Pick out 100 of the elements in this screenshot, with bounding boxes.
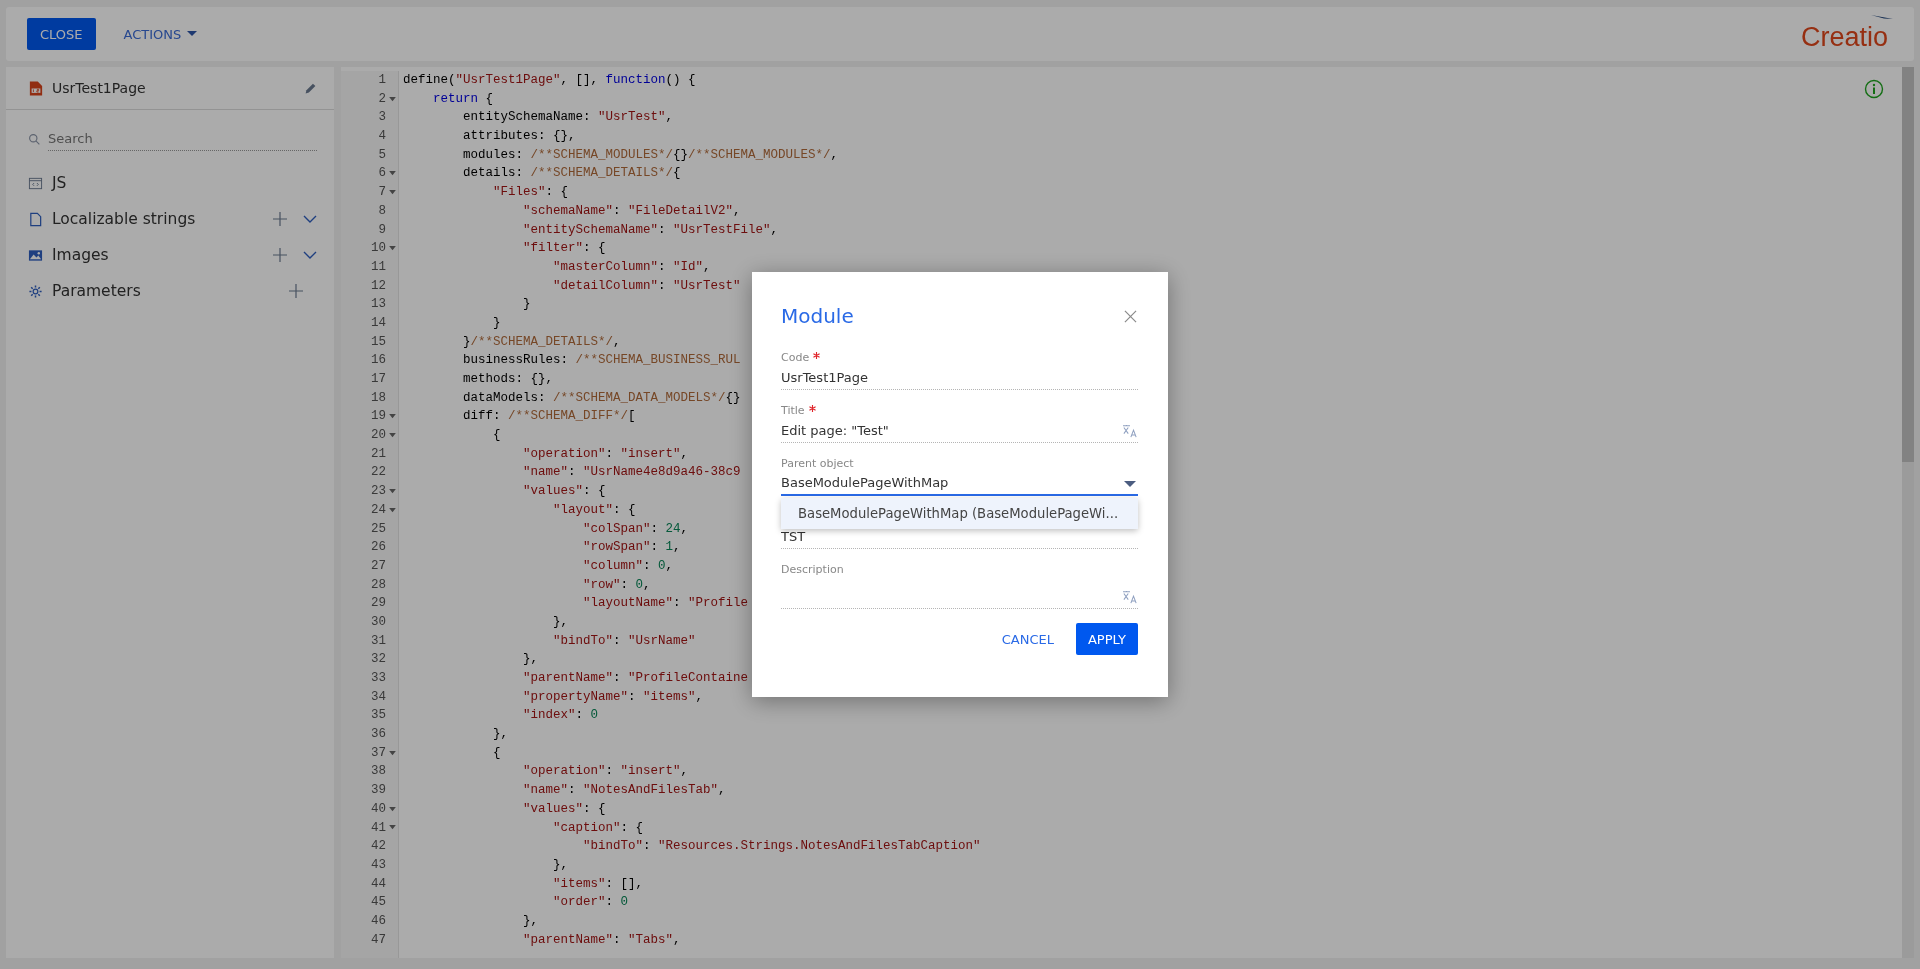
- code-line: {: [492, 744, 501, 762]
- code-line: modules: /**SCHEMA_MODULES*/{}/**SCHEMA_MODULES*/,: [462, 146, 839, 164]
- line-number: 28: [371, 576, 386, 594]
- code-line: details: /**SCHEMA_DETAILS*/{: [462, 165, 681, 183]
- plus-icon[interactable]: [273, 212, 287, 226]
- code-line: "rowSpan": 1,: [582, 539, 681, 557]
- chevron-down-icon[interactable]: [303, 215, 317, 223]
- gear-icon: [28, 283, 43, 299]
- scrollbar-thumb[interactable]: [1902, 67, 1914, 462]
- dialog-title: Module: [781, 304, 854, 328]
- input-field[interactable]: UsrTest1Page: [781, 365, 1138, 390]
- code-line: "name": "UsrName4e8d9a46-38c9: [522, 464, 741, 482]
- line-number: 14: [371, 314, 386, 332]
- fold-arrow-icon[interactable]: [389, 750, 396, 756]
- line-number: 6: [378, 165, 386, 183]
- fold-arrow-icon[interactable]: [389, 825, 396, 831]
- code-line: "parentName": "Tabs",: [522, 931, 681, 949]
- code-line: "layoutName": "Profile: [582, 595, 749, 613]
- chevron-down-icon[interactable]: [303, 251, 317, 259]
- line-number: 47: [371, 931, 386, 949]
- field-label: Title: [781, 404, 805, 417]
- sidebar-item[interactable]: Images: [6, 237, 334, 273]
- code-line: define("UsrTest1Page", [], function() {: [403, 72, 696, 89]
- info-icon[interactable]: [1864, 79, 1884, 99]
- line-number: 25: [371, 520, 386, 538]
- fold-arrow-icon[interactable]: [389, 189, 396, 195]
- line-number: 39: [371, 782, 386, 800]
- code-line: "operation": "insert",: [522, 763, 689, 781]
- line-number: 41: [371, 819, 386, 837]
- line-number: 38: [371, 763, 386, 781]
- actions-menu[interactable]: ACTIONS: [123, 26, 198, 42]
- plus-icon[interactable]: [273, 248, 287, 262]
- code-line: diff: /**SCHEMA_DIFF*/[: [462, 408, 636, 426]
- document-icon: [28, 211, 43, 227]
- line-number: 36: [371, 726, 386, 744]
- code-line: "masterColumn": "Id",: [552, 258, 711, 276]
- dropdown-caret-icon[interactable]: [1124, 481, 1136, 488]
- code-line: return {: [432, 90, 494, 108]
- line-number: 40: [371, 800, 386, 818]
- cancel-button[interactable]: CANCEL: [1001, 631, 1054, 647]
- code-line: "order": 0: [552, 894, 629, 912]
- code-line: "bindTo": "Resources.Strings.NotesAndFilesTabCaption": [582, 838, 981, 856]
- code-line: "column": 0,: [582, 557, 674, 575]
- line-number: 21: [371, 445, 386, 463]
- line-number: 10: [371, 240, 386, 258]
- code-line: "colSpan": 24,: [582, 520, 689, 538]
- line-number: 2: [378, 90, 386, 108]
- line-number: 18: [371, 389, 386, 407]
- line-number: 8: [378, 202, 386, 220]
- sidebar-item[interactable]: Localizable strings: [6, 201, 334, 237]
- code-line: "detailColumn": "UsrTest": [552, 277, 741, 295]
- line-number: 22: [371, 464, 386, 482]
- line-number: 13: [371, 296, 386, 314]
- code-line: "values": {: [522, 800, 606, 818]
- line-number: 17: [371, 371, 386, 388]
- code-line: businessRules: /**SCHEMA_BUSINESS_RUL: [462, 352, 741, 370]
- field-label: Parent object: [781, 457, 854, 470]
- line-number: 30: [371, 613, 386, 631]
- search-field[interactable]: Search: [48, 128, 317, 151]
- sidebar-item[interactable]: Parameters: [6, 273, 334, 309]
- translate-icon[interactable]: [1122, 424, 1138, 438]
- line-number: 34: [371, 688, 386, 706]
- line-number: 23: [371, 483, 386, 501]
- line-number: 5: [378, 146, 386, 164]
- edit-icon[interactable]: [304, 81, 317, 95]
- lookup-field[interactable]: BaseModulePageWithMap: [781, 471, 1138, 496]
- code-line: dataModels: /**SCHEMA_DATA_MODELS*/{}: [462, 389, 741, 407]
- fold-arrow-icon[interactable]: [389, 806, 396, 812]
- fold-arrow-icon[interactable]: [389, 488, 396, 494]
- line-number: 7: [378, 184, 386, 202]
- line-number: 46: [371, 912, 386, 930]
- close-button[interactable]: CLOSE: [27, 18, 96, 50]
- line-number: 43: [371, 856, 386, 874]
- line-number: 44: [371, 875, 386, 893]
- close-icon[interactable]: [1124, 309, 1137, 323]
- code-line: attributes: {},: [462, 128, 576, 146]
- fold-arrow-icon[interactable]: [389, 507, 396, 513]
- code-line: "Files": {: [492, 184, 569, 202]
- fold-arrow-icon[interactable]: [389, 414, 396, 420]
- fold-arrow-icon[interactable]: [389, 96, 396, 102]
- code-line: "filter": {: [522, 240, 606, 258]
- code-line: "values": {: [522, 483, 606, 501]
- fold-arrow-icon[interactable]: [389, 171, 396, 177]
- dropdown-option[interactable]: BaseModulePageWithMap (BaseModulePageWi...: [781, 498, 1138, 529]
- line-number: 26: [371, 539, 386, 557]
- code-line: methods: {},: [462, 371, 554, 388]
- line-number: 31: [371, 632, 386, 650]
- code-line: "parentName": "ProfileContaine: [522, 670, 749, 687]
- line-number: 37: [371, 744, 386, 762]
- fold-arrow-icon[interactable]: [389, 246, 396, 252]
- code-line: },: [522, 912, 539, 930]
- line-number: 27: [371, 557, 386, 575]
- plus-icon[interactable]: [289, 284, 303, 298]
- line-number: 32: [371, 651, 386, 669]
- apply-button[interactable]: APPLY: [1075, 623, 1138, 655]
- line-number: 1: [378, 72, 386, 89]
- translate-icon[interactable]: [1122, 590, 1138, 604]
- sidebar-item[interactable]: JS: [6, 165, 334, 201]
- fold-arrow-icon[interactable]: [389, 432, 396, 438]
- field-label: Code: [781, 351, 810, 364]
